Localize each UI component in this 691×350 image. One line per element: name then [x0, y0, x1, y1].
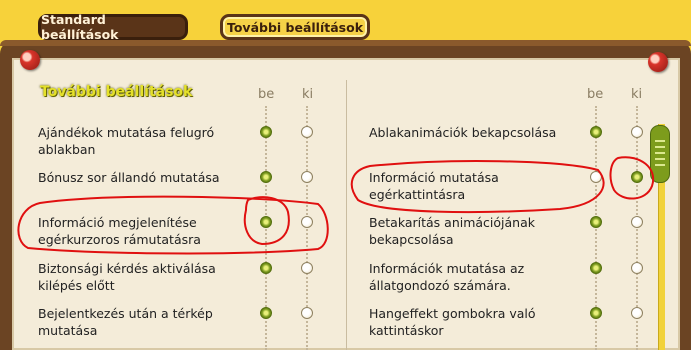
- radio-off-icon[interactable]: [631, 262, 643, 274]
- scrollbar-grip: [655, 164, 665, 166]
- pushpin-icon: [648, 52, 668, 72]
- radio-on-icon[interactable]: [590, 126, 602, 138]
- radio-off-icon[interactable]: [301, 126, 313, 138]
- column-header-on: be: [258, 87, 275, 102]
- radio-on-icon[interactable]: [260, 262, 272, 274]
- setting-label: Ablakanimációk bekapcsolása: [369, 125, 557, 140]
- column-header-on: be: [587, 87, 604, 102]
- setting-label: Hangeffekt gombokra való kattintáskor: [369, 306, 536, 338]
- radio-off-icon[interactable]: [301, 307, 313, 319]
- board-edge: [0, 40, 691, 46]
- scrollbar-grip: [655, 152, 665, 154]
- section-title: További beállítások: [40, 84, 193, 100]
- radio-on-icon[interactable]: [260, 171, 272, 183]
- pushpin-icon: [20, 50, 40, 70]
- radio-off-icon[interactable]: [631, 216, 643, 228]
- column-divider: [346, 80, 347, 350]
- radio-on-icon[interactable]: [590, 216, 602, 228]
- scrollbar-grip: [655, 146, 665, 148]
- radio-off-icon[interactable]: [631, 307, 643, 319]
- radio-off-icon[interactable]: [631, 126, 643, 138]
- setting-label: Információk mutatása az állatgondozó szám…: [369, 261, 525, 293]
- setting-label: Információ megjelenítése egérkurzoros rám…: [38, 215, 201, 247]
- tab-further-settings[interactable]: További beállítások: [220, 14, 370, 40]
- setting-label: Betakarítás animációjának bekapcsolása: [369, 215, 536, 247]
- tab-standard-settings[interactable]: Standard beállítások: [38, 12, 188, 42]
- column-header-off: ki: [302, 87, 314, 102]
- radio-on-icon[interactable]: [590, 262, 602, 274]
- radio-off-icon[interactable]: [301, 262, 313, 274]
- setting-label: Információ mutatása egérkattintásra: [369, 170, 499, 202]
- scrollbar-thumb-icon[interactable]: [650, 125, 670, 183]
- setting-label: Ajándékok mutatása felugró ablakban: [38, 125, 215, 157]
- radio-on-icon[interactable]: [590, 307, 602, 319]
- scrollbar-grip: [655, 158, 665, 160]
- setting-label: Bejelentkezés után a térkép mutatása: [38, 306, 213, 338]
- setting-label: Biztonsági kérdés aktiválása kilépés előt…: [38, 261, 216, 293]
- column-header-off: ki: [631, 87, 643, 102]
- radio-off-icon[interactable]: [301, 171, 313, 183]
- radio-on-icon[interactable]: [260, 307, 272, 319]
- scrollbar-grip: [655, 140, 665, 142]
- radio-off-icon[interactable]: [590, 171, 602, 183]
- radio-on-icon[interactable]: [260, 216, 272, 228]
- radio-off-icon[interactable]: [301, 216, 313, 228]
- radio-on-icon[interactable]: [260, 126, 272, 138]
- setting-label: Bónusz sor állandó mutatása: [38, 170, 220, 185]
- radio-on-icon[interactable]: [631, 171, 643, 183]
